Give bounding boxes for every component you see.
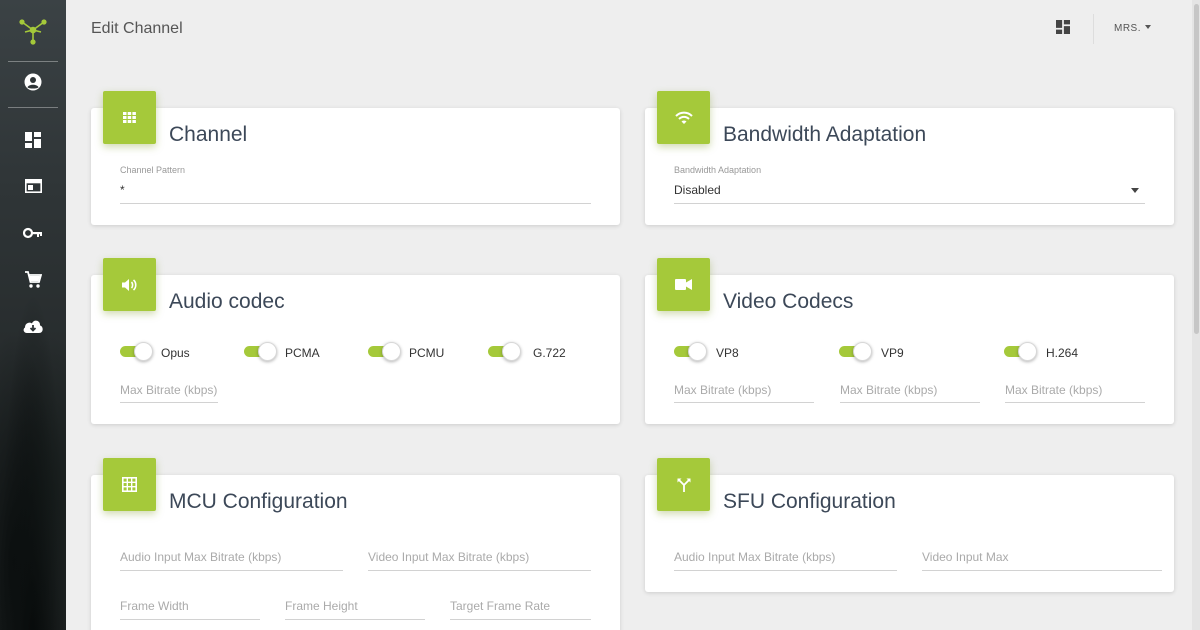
dashboard-toggle-button[interactable] <box>1056 20 1074 38</box>
sidebar-item-download[interactable] <box>0 306 66 346</box>
vp9-max-bitrate-input[interactable]: Max Bitrate (kbps) <box>840 383 937 397</box>
user-menu[interactable]: MRS. <box>1114 23 1151 34</box>
card-title: SFU Configuration <box>723 490 896 513</box>
sfu-configuration-card: SFU Configuration Audio Input Max Bitrat… <box>645 458 1174 592</box>
g722-toggle[interactable] <box>488 342 521 361</box>
toggle-label: PCMA <box>285 346 320 360</box>
audio-max-bitrate-input[interactable]: Max Bitrate (kbps) <box>120 383 217 397</box>
mcu-configuration-card: MCU Configuration Audio Input Max Bitrat… <box>91 458 620 630</box>
target-frame-rate-input[interactable]: Target Frame Rate <box>450 599 550 613</box>
app-logo-icon[interactable] <box>0 0 66 62</box>
vp8-max-bitrate-input[interactable]: Max Bitrate (kbps) <box>674 383 771 397</box>
caret-down-icon[interactable] <box>1131 188 1139 193</box>
sidebar-divider <box>8 107 58 108</box>
card-title: Video Codecs <box>723 290 854 313</box>
input-underline <box>922 570 1162 571</box>
sfu-video-input-max[interactable]: Video Input Max <box>922 550 1009 564</box>
toggle-label: VP9 <box>881 346 904 360</box>
input-underline <box>368 570 591 571</box>
account-icon <box>24 73 42 91</box>
card-title: Audio codec <box>169 290 285 313</box>
mcu-audio-input-max-bitrate[interactable]: Audio Input Max Bitrate (kbps) <box>120 550 281 564</box>
h264-toggle[interactable] <box>1004 342 1037 361</box>
card-icon-box <box>657 458 710 511</box>
card-icon-box <box>103 458 156 511</box>
wifi-icon <box>674 111 693 124</box>
opus-toggle[interactable] <box>120 342 153 361</box>
audio-codec-card: Audio codec Opus PCMA PCMU G.722 Max Bit… <box>91 258 620 424</box>
download-cloud-icon <box>23 320 43 333</box>
volume-icon <box>121 278 137 291</box>
scrollbar[interactable] <box>1192 0 1200 630</box>
card-icon-box <box>103 91 156 144</box>
vp9-toggle[interactable] <box>839 342 872 361</box>
sidebar-item-keys[interactable] <box>0 213 66 253</box>
caret-down-icon <box>1145 25 1151 29</box>
input-underline <box>1005 402 1145 403</box>
input-underline <box>120 402 218 403</box>
channel-pattern-label: Channel Pattern <box>120 165 186 175</box>
grid-icon <box>122 477 137 492</box>
card-icon-box <box>657 258 710 311</box>
sfu-audio-input-max-bitrate[interactable]: Audio Input Max Bitrate (kbps) <box>674 550 835 564</box>
key-icon <box>23 227 42 239</box>
frame-height-input[interactable]: Frame Height <box>285 599 358 613</box>
sidebar-item-window[interactable] <box>0 166 66 206</box>
input-underline <box>120 619 260 620</box>
user-menu-label: MRS. <box>1114 23 1141 34</box>
dashboard-icon <box>1056 20 1070 34</box>
input-underline <box>674 402 814 403</box>
h264-max-bitrate-input[interactable]: Max Bitrate (kbps) <box>1005 383 1102 397</box>
vp8-toggle[interactable] <box>674 342 707 361</box>
page-title: Edit Channel <box>91 20 183 37</box>
toggle-label: H.264 <box>1046 346 1079 360</box>
pcma-toggle[interactable] <box>244 342 277 361</box>
bandwidth-label: Bandwidth Adaptation <box>674 165 762 175</box>
card-title: MCU Configuration <box>169 490 348 513</box>
card-title: Channel <box>169 123 248 146</box>
video-camera-icon <box>675 279 692 290</box>
cart-icon <box>25 271 42 288</box>
toggle-label: VP8 <box>716 346 739 360</box>
input-underline <box>285 619 425 620</box>
top-bar: Edit Channel MRS. <box>66 0 1200 60</box>
card-icon-box <box>657 91 710 144</box>
toggle-label: Opus <box>161 346 190 360</box>
input-underline <box>674 570 897 571</box>
mcu-video-input-max-bitrate[interactable]: Video Input Max Bitrate (kbps) <box>368 550 529 564</box>
input-underline <box>840 402 980 403</box>
toggle-label: G.722 <box>533 346 566 360</box>
bandwidth-card: Bandwidth Adaptation Bandwidth Adaptatio… <box>645 91 1174 225</box>
scrollbar-thumb[interactable] <box>1194 4 1199 334</box>
window-icon <box>24 179 42 193</box>
toggle-label: PCMU <box>409 346 445 360</box>
channel-pattern-input[interactable]: * <box>120 183 125 197</box>
pcmu-toggle[interactable] <box>368 342 401 361</box>
card-title: Bandwidth Adaptation <box>723 123 927 146</box>
apps-grid-icon <box>123 112 136 123</box>
sidebar-item-dashboard[interactable] <box>0 120 66 160</box>
sidebar <box>0 0 66 630</box>
input-underline <box>120 570 343 571</box>
input-underline <box>120 203 591 204</box>
dashboard-icon <box>25 132 41 148</box>
input-underline <box>450 619 591 620</box>
sidebar-item-cart[interactable] <box>0 260 66 300</box>
card-icon-box <box>103 258 156 311</box>
select-underline <box>674 203 1145 204</box>
channel-card: Channel Channel Pattern * <box>91 91 620 225</box>
call-split-icon <box>677 478 690 492</box>
topbar-divider <box>1093 14 1094 44</box>
sidebar-item-profile[interactable] <box>0 62 66 102</box>
video-codecs-card: Video Codecs VP8 VP9 H.264 Max Bitrate (… <box>645 258 1174 424</box>
frame-width-input[interactable]: Frame Width <box>120 599 189 613</box>
bandwidth-select[interactable]: Disabled <box>674 183 721 197</box>
